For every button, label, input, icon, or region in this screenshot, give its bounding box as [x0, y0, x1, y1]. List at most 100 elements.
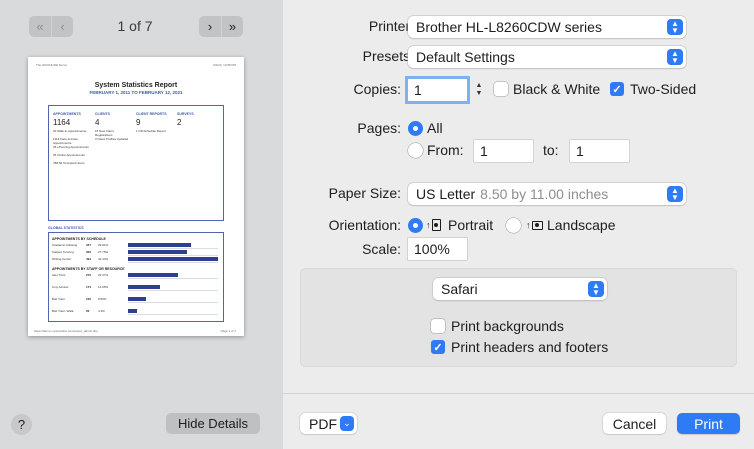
row-bar — [128, 243, 191, 247]
row-label: Alex Tutor — [52, 273, 66, 277]
stat-detail: 20 Walk-In Appointments — [53, 129, 87, 133]
report-bar-row: Alex Tutor 272 23.37% — [52, 273, 220, 279]
pdf-menu-button[interactable]: PDF ⌄ — [300, 413, 357, 434]
row-bar — [128, 257, 218, 261]
stat-heading: CLIENT REPORTS — [136, 112, 167, 116]
pdf-label: PDF — [309, 415, 337, 432]
presets-value: Default Settings — [416, 49, 515, 65]
row-label: Subject Tutoring — [52, 250, 74, 254]
row-percent: 8.59% — [98, 297, 107, 301]
print-headers-checkbox[interactable]: ✓ — [431, 340, 445, 354]
two-sided-label: Two-Sided — [630, 81, 697, 97]
doc-title: System Statistics Report — [94, 82, 178, 89]
pages-from-field[interactable]: 1 — [474, 140, 533, 162]
print-headers-label: Print headers and footers — [451, 339, 609, 355]
pages-to-field[interactable]: 1 — [570, 140, 629, 162]
row-label: Writing Center — [52, 257, 72, 261]
row-percent: 29.81% — [98, 243, 109, 247]
print-button[interactable]: Print — [677, 413, 740, 434]
stat-value: 1164 — [53, 118, 71, 127]
row-rule — [128, 255, 218, 256]
stat-detail: 0 Client Profiles Updated — [95, 137, 129, 141]
scale-field[interactable]: 100% — [408, 238, 467, 260]
page-nav-forward-group: › » — [199, 16, 243, 37]
staff-heading: APPOINTMENTS BY STAFF OR RESOURCE — [52, 267, 125, 271]
report-bar-row: Bob Tutor: Walk- 50 4.3% — [52, 309, 220, 315]
copies-field[interactable]: 1 — [408, 79, 467, 101]
updown-chevron-icon: ▲ ▼ — [667, 49, 683, 65]
stat-detail: 1114 Face-to-Face Appointments — [53, 137, 78, 145]
presets-label: Presets: — [362, 48, 414, 64]
portrait-label: Portrait — [448, 217, 494, 233]
report-bar-row: Amy Advisor 174 14.95% — [52, 285, 220, 291]
pages-all-radio[interactable] — [408, 121, 423, 136]
row-count: 50 — [86, 309, 90, 313]
row-rule — [128, 262, 218, 263]
black-white-checkbox[interactable] — [494, 82, 508, 96]
landscape-icon: ↑ — [526, 218, 543, 232]
pages-to-label: to: — [543, 142, 559, 158]
stat-heading: APPOINTMENTS — [53, 112, 81, 116]
app-section-select[interactable]: Safari ▲ ▼ — [433, 278, 607, 300]
paper-size-value: US Letter — [416, 186, 476, 202]
global-stats-heading: GLOBAL STATISTICS — [48, 226, 84, 230]
row-percent: 27.75% — [98, 250, 109, 254]
row-percent: 23.37% — [98, 273, 109, 277]
printer-select[interactable]: Brother HL-L8260CDW series ▲ ▼ — [408, 16, 686, 38]
preview-pane: « ‹ 1 of 7 › » The WCONLINE Demo 3/2/23,… — [0, 0, 283, 449]
stat-value: 4 — [95, 118, 100, 127]
row-rule — [128, 278, 218, 279]
checkmark-icon: ✓ — [612, 83, 622, 96]
row-count: 323 — [86, 250, 92, 254]
stat-heading: CLIENTS — [95, 112, 110, 116]
stat-detail: 788.50 Occupied Hours — [53, 161, 85, 165]
landscape-radio[interactable] — [506, 218, 521, 233]
updown-chevron-icon: ▲ ▼ — [588, 281, 604, 297]
page-preview: The WCONLINE Demo 3/2/23, 12:58 PM Syste… — [28, 57, 244, 336]
printer-value: Brother HL-L8260CDW series — [416, 19, 602, 35]
row-count: 100 — [86, 297, 92, 301]
row-count: 272 — [86, 273, 92, 277]
print-backgrounds-label: Print backgrounds — [451, 318, 564, 334]
scale-label: Scale: — [362, 241, 401, 257]
next-page-icon[interactable]: › — [199, 16, 221, 37]
paper-size-label: Paper Size: — [328, 185, 401, 201]
print-backgrounds-checkbox[interactable] — [431, 319, 445, 333]
row-percent: 4.3% — [98, 309, 105, 313]
presets-select[interactable]: Default Settings ▲ ▼ — [408, 46, 686, 68]
report-bar-row: Bob Tutor 100 8.59% — [52, 297, 220, 303]
stat-detail: 15 New Client Registrations — [95, 129, 114, 137]
updown-chevron-icon: ▲ ▼ — [667, 186, 683, 202]
report-bar-row: Subject Tutoring 323 27.75% — [52, 250, 220, 256]
help-button[interactable]: ? — [11, 414, 32, 435]
schedule-heading: APPOINTMENTS BY SCHEDULE — [52, 237, 106, 241]
row-label: Academic Advising — [52, 243, 78, 247]
paper-size-dims: 8.50 by 11.00 inches — [480, 186, 609, 202]
row-bar — [128, 297, 146, 301]
row-count: 174 — [86, 285, 92, 289]
cancel-button[interactable]: Cancel — [603, 413, 666, 434]
row-rule — [128, 290, 218, 291]
paper-size-select[interactable]: US Letter 8.50 by 11.00 inches ▲ ▼ — [408, 183, 686, 205]
row-rule — [128, 302, 218, 303]
footer-divider — [283, 393, 754, 394]
hide-details-button[interactable]: Hide Details — [166, 413, 260, 434]
copies-stepper[interactable]: ▲ ▼ — [472, 79, 486, 101]
two-sided-checkbox[interactable]: ✓ — [610, 82, 624, 96]
doc-footer-right: Page 1 of 7 — [220, 329, 236, 333]
row-count: 494 — [86, 257, 92, 261]
pages-range-radio[interactable] — [408, 143, 423, 158]
doc-footer-left: https://demo.mywconline.com/report_admin… — [34, 329, 98, 333]
row-percent: 42.44% — [98, 257, 109, 261]
row-label: Bob Tutor — [52, 297, 66, 301]
stat-value: 9 — [136, 118, 141, 127]
stat-detail: 25 Online Appointments — [53, 153, 85, 157]
orientation-label: Orientation: — [328, 217, 401, 233]
portrait-icon: ↑ — [426, 218, 443, 232]
row-percent: 14.95% — [98, 285, 109, 289]
copies-label: Copies: — [353, 81, 401, 97]
stat-value: 2 — [177, 118, 182, 127]
last-page-icon[interactable]: » — [221, 16, 243, 37]
portrait-radio[interactable] — [408, 218, 423, 233]
settings-pane: Printer: Brother HL-L8260CDW series ▲ ▼ P… — [283, 0, 754, 449]
